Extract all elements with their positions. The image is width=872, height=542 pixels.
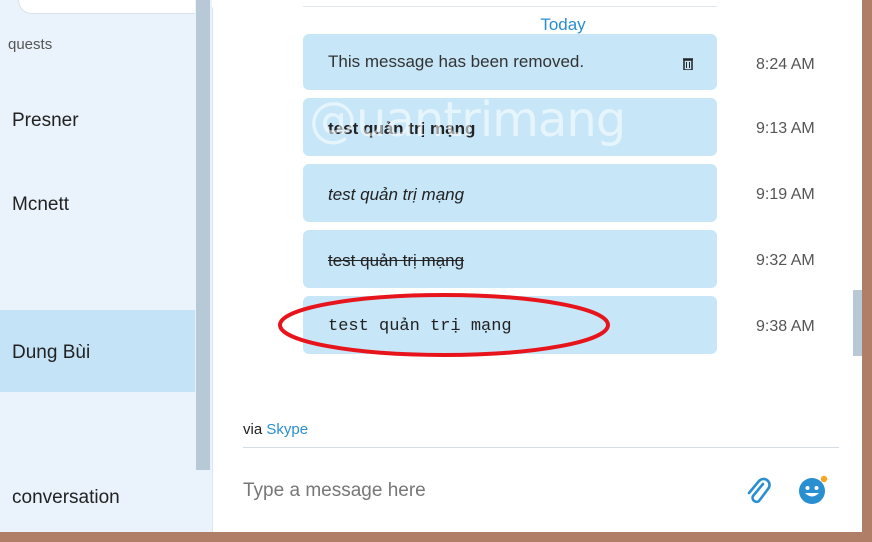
highlight-ellipse [278,293,610,357]
contact-item-selected[interactable]: Dung Bùi [0,310,195,392]
via-service-link[interactable]: Skype [266,421,308,438]
message-text: test quản trị mạng [328,185,465,204]
window-frame-right [862,0,872,542]
message-text: This message has been removed. [328,52,585,71]
input-divider [243,447,839,448]
contact-name: Mcnett [12,194,70,215]
contact-name: Dung Bùi [12,342,91,363]
date-divider-label: Today [540,15,586,34]
via-prefix: via [243,421,263,438]
window-frame-bottom [0,532,872,542]
message-time: 9:13 AM [756,120,815,137]
contact-requests-label: quests [8,36,53,53]
contact-name: Presner [12,110,79,131]
message-bubble-removed[interactable]: This message has been removed. [303,34,717,90]
chat-pane: This message has been removed. Today 8:2… [213,0,863,532]
date-divider-line [303,0,717,7]
contact-name: conversation [12,487,120,508]
via-service-line: via Skype [243,421,308,438]
contacts-sidebar: quests Presner Mcnett Dung Bùi conversat… [0,0,216,532]
emoticon-icon[interactable] [797,474,829,506]
message-time: 9:38 AM [756,318,815,335]
message-text: test quản trị mạng [328,251,465,270]
message-bubble-strikethrough[interactable]: test quản trị mạng [303,230,717,288]
trash-icon[interactable] [683,58,693,70]
message-input[interactable]: Type a message here [243,480,426,502]
message-bubble-italic[interactable]: test quản trị mạng [303,164,717,222]
sidebar-scrollbar[interactable] [196,0,210,470]
message-time: 8:24 AM [756,56,815,73]
watermark: @uantrimang [309,92,626,148]
message-time: 9:32 AM [756,252,815,269]
paperclip-icon[interactable] [743,476,773,506]
search-box[interactable] [18,0,216,14]
message-time: 9:19 AM [756,186,815,203]
